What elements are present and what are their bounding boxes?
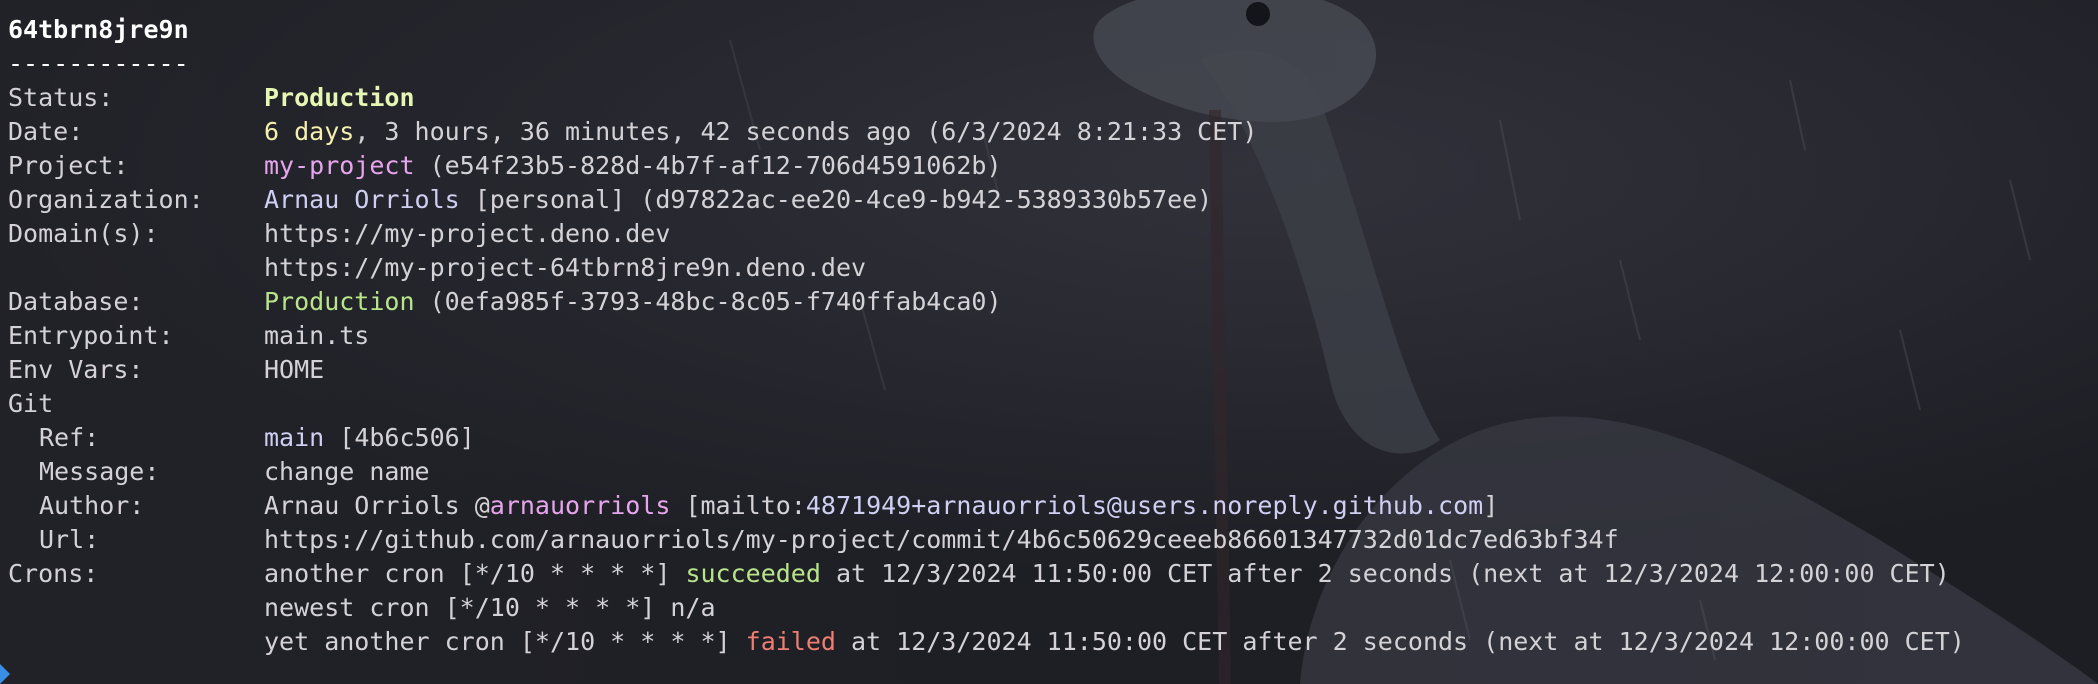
git-author-handle[interactable]: arnauorriols [490,491,671,520]
entrypoint-value: main.ts [264,321,370,350]
status-label: Status: [8,83,114,112]
database-row: Database: Production (0efa985f-3793-48bc… [8,285,1002,319]
date-label: Date: [8,117,84,146]
separator-line: ------------ [8,47,189,81]
git-ref-label: Ref: [39,423,100,452]
crons-row-3: yet another cron [*/10 * * * *] failed a… [8,625,1965,659]
env-vars-label: Env Vars: [8,355,144,384]
git-label: Git [8,389,54,418]
cron-status-succeeded: succeeded [685,559,821,588]
git-message-value: change name [264,457,430,486]
git-author-label: Author: [39,491,145,520]
git-author-mail-open: [mailto: [670,491,806,520]
cron-entry: newest cron [*/10 * * * *] n/a [264,591,716,625]
git-url-row: Url: https://github.com/arnauorriols/my-… [8,523,1619,557]
git-author-email[interactable]: 4871949+arnauorriols@users.noreply.githu… [806,491,1483,520]
date-rest: , 3 hours, 36 minutes, 42 seconds ago (6… [354,117,1258,146]
git-header-row: Git [8,387,68,421]
deployment-id-line: 64tbrn8jre9n [8,13,189,47]
deployment-id: 64tbrn8jre9n [8,15,189,44]
env-vars-value: HOME [264,355,325,384]
git-author-row: Author: Arnau Orriols @arnauorriols [mai… [8,489,1498,523]
entrypoint-label: Entrypoint: [8,321,174,350]
organization-rest: [personal] (d97822ac-ee20-4ce9-b942-5389… [459,185,1213,214]
organization-value: Arnau Orriols [personal] (d97822ac-ee20-… [264,183,1212,217]
domain-url[interactable]: https://my-project-64tbrn8jre9n.deno.dev [264,251,866,285]
entrypoint-row: Entrypoint: main.ts [8,319,369,353]
cron-status-failed: failed [745,627,836,656]
database-name: Production [264,287,415,316]
env-vars-row: Env Vars: HOME [8,353,324,387]
crons-row: Crons: another cron [*/10 * * * *] succe… [8,557,1950,591]
project-row: Project: my-project (e54f23b5-828d-4b7f-… [8,149,1002,183]
project-label: Project: [8,151,129,180]
date-row: Date: 6 days, 3 hours, 36 minutes, 42 se… [8,115,1257,149]
git-author-value: Arnau Orriols @arnauorriols [mailto:4871… [264,489,1498,523]
terminal-output[interactable]: 64tbrn8jre9n ------------ Status: Produc… [8,13,1965,659]
project-value: my-project (e54f23b5-828d-4b7f-af12-706d… [264,149,1002,183]
cron-entry: another cron [*/10 * * * *] succeeded at… [264,557,1950,591]
date-value: 6 days, 3 hours, 36 minutes, 42 seconds … [264,115,1257,149]
domains-row: Domain(s): https://my-project.deno.dev [8,217,670,251]
database-value: Production (0efa985f-3793-48bc-8c05-f740… [264,285,1002,319]
organization-row: Organization: Arnau Orriols [personal] (… [8,183,1212,217]
git-url-label: Url: [39,525,100,554]
project-id: (e54f23b5-828d-4b7f-af12-706d4591062b) [414,151,1002,180]
git-author-name: Arnau Orriols @ [264,491,490,520]
organization-label: Organization: [8,185,204,214]
git-commit-url[interactable]: https://github.com/arnauorriols/my-proje… [264,523,1619,557]
domains-row-2: https://my-project-64tbrn8jre9n.deno.dev [8,251,866,285]
cron-suffix: at 12/3/2024 11:50:00 CET after 2 second… [835,627,1965,656]
database-id: (0efa985f-3793-48bc-8c05-f740ffab4ca0) [414,287,1002,316]
git-ref-hash: [4b6c506] [324,423,475,452]
status-row: Status: Production [8,81,415,115]
git-ref-value: main [4b6c506] [264,421,475,455]
title-separator: ------------ [8,49,189,78]
prompt-cursor-icon [0,664,10,684]
git-ref-name: main [264,423,325,452]
cron-suffix: at 12/3/2024 11:50:00 CET after 2 second… [820,559,1950,588]
date-age: 6 days [264,117,355,146]
git-author-mail-close: ] [1483,491,1499,520]
domain-url[interactable]: https://my-project.deno.dev [264,217,670,251]
cron-entry: yet another cron [*/10 * * * *] failed a… [264,625,1965,659]
cron-prefix: newest cron [*/10 * * * *] n/a [264,593,716,622]
cron-prefix: another cron [*/10 * * * *] [264,559,686,588]
cron-prefix: yet another cron [*/10 * * * *] [264,627,746,656]
project-name: my-project [264,151,415,180]
status-value: Production [264,83,415,112]
organization-name: Arnau Orriols [264,185,460,214]
git-message-row: Message: change name [8,455,430,489]
crons-label: Crons: [8,559,99,588]
crons-row-2: newest cron [*/10 * * * *] n/a [8,591,716,625]
git-message-label: Message: [39,457,160,486]
git-ref-row: Ref: main [4b6c506] [8,421,475,455]
database-label: Database: [8,287,144,316]
domains-label: Domain(s): [8,219,159,248]
